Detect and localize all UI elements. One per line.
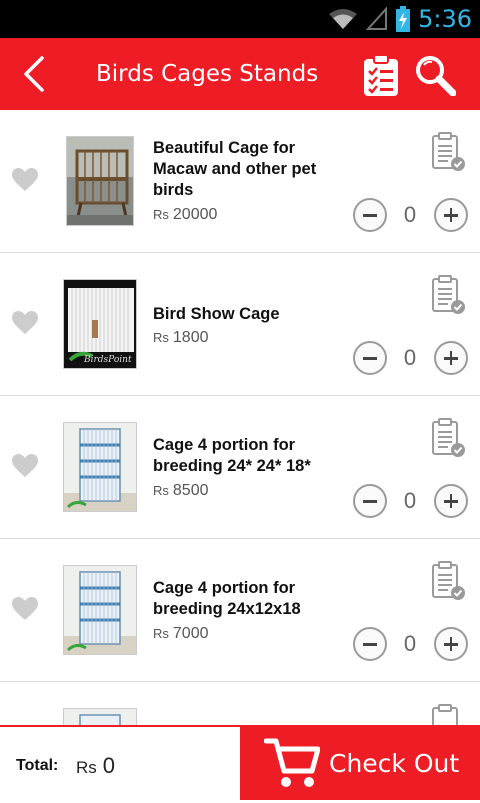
- product-name[interactable]: Beautiful Cage for Macaw and other pet b…: [153, 138, 333, 201]
- product-name[interactable]: Cage 4 portion for breeding 24x12x18: [153, 578, 333, 620]
- battery-icon: [396, 6, 411, 32]
- clipboard-list-icon[interactable]: [362, 54, 400, 98]
- currency-symbol: Rs: [153, 483, 169, 498]
- clock: 5:36: [418, 5, 472, 33]
- increase-quantity-button[interactable]: [434, 484, 468, 518]
- product-price: Rs 1800: [153, 329, 208, 347]
- decrease-quantity-button[interactable]: [353, 627, 387, 661]
- product-list[interactable]: Beautiful Cage for Macaw and other pet b…: [0, 110, 480, 725]
- clipboard-check-icon[interactable]: [432, 418, 466, 458]
- currency-symbol: Rs: [153, 626, 169, 641]
- product-image[interactable]: [66, 136, 134, 226]
- quantity-value: 0: [403, 488, 417, 513]
- status-bar: 5:36: [0, 0, 480, 38]
- currency-symbol: Rs: [153, 207, 169, 222]
- heart-icon[interactable]: [12, 311, 38, 335]
- clipboard-check-icon[interactable]: [432, 561, 466, 601]
- checkout-label: Check Out: [329, 749, 460, 778]
- list-item[interactable]: Cage 4 portion for breeding 24x12x18 Rs 7…: [0, 539, 480, 682]
- checkout-button[interactable]: Check Out: [240, 725, 480, 800]
- heart-icon[interactable]: [12, 597, 38, 621]
- clipboard-check-icon[interactable]: [432, 275, 466, 315]
- quantity-value: 0: [403, 345, 417, 370]
- product-price: Rs 8500: [153, 482, 208, 500]
- product-name[interactable]: Bird Show Cage: [153, 304, 333, 325]
- price-value: 1800: [172, 329, 209, 346]
- list-item[interactable]: Beautiful Cage for Macaw and other pet b…: [0, 110, 480, 253]
- increase-quantity-button[interactable]: [434, 627, 468, 661]
- decrease-quantity-button[interactable]: [353, 484, 387, 518]
- currency-symbol: Rs: [76, 758, 97, 777]
- total-amount: Rs 0: [76, 753, 115, 779]
- product-price: Rs 20000: [153, 206, 217, 224]
- app-bar: Birds Cages Stands: [0, 38, 480, 110]
- decrease-quantity-button[interactable]: [353, 341, 387, 375]
- page-title: Birds Cages Stands: [96, 61, 319, 87]
- total-value: 0: [102, 753, 116, 778]
- product-image[interactable]: BirdsPoint: [63, 279, 137, 369]
- cart-icon: [264, 738, 320, 787]
- increase-quantity-button[interactable]: [434, 341, 468, 375]
- increase-quantity-button[interactable]: [434, 198, 468, 232]
- product-price: Rs 7000: [153, 625, 208, 643]
- total-box: Total: Rs 0: [0, 725, 240, 800]
- product-image[interactable]: [63, 422, 137, 512]
- product-image[interactable]: [63, 708, 137, 725]
- quantity-value: 0: [403, 631, 417, 656]
- list-item[interactable]: BirdsPoint Bird Show Cage Rs 1800 0: [0, 253, 480, 396]
- heart-icon[interactable]: [12, 454, 38, 478]
- price-value: 8500: [172, 482, 209, 499]
- heart-icon[interactable]: [12, 168, 38, 192]
- search-icon[interactable]: [414, 54, 456, 96]
- price-value: 20000: [172, 206, 218, 223]
- price-value: 7000: [172, 625, 209, 642]
- checkout-bar: Total: Rs 0 Check Out: [0, 725, 480, 800]
- decrease-quantity-button[interactable]: [353, 198, 387, 232]
- back-arrow-icon[interactable]: [16, 56, 52, 92]
- product-name[interactable]: Cage 4 portion for breeding 24* 24* 18*: [153, 435, 333, 477]
- clipboard-check-icon[interactable]: [432, 132, 466, 172]
- list-item[interactable]: [0, 682, 480, 725]
- clipboard-check-icon[interactable]: [432, 704, 466, 725]
- product-image[interactable]: [63, 565, 137, 655]
- quantity-value: 0: [403, 202, 417, 227]
- signal-icon: [366, 7, 388, 30]
- svg-text:BirdsPoint: BirdsPoint: [83, 355, 132, 365]
- wifi-icon: [329, 9, 358, 29]
- total-label: Total:: [16, 757, 59, 774]
- currency-symbol: Rs: [153, 330, 169, 345]
- list-item[interactable]: Cage 4 portion for breeding 24* 24* 18* …: [0, 396, 480, 539]
